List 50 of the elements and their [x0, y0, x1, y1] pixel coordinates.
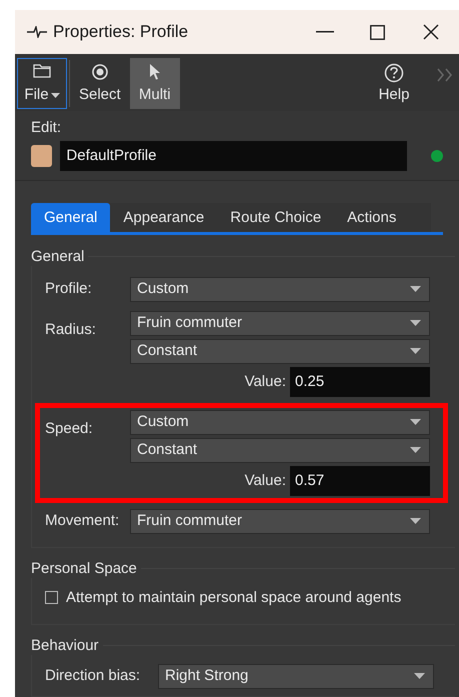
- dropdown-arrow-icon: [410, 286, 421, 292]
- overflow-chevron-icon[interactable]: [437, 68, 453, 82]
- dropdown-arrow-icon: [410, 348, 421, 354]
- tab[interactable]: Actions: [334, 203, 410, 232]
- section-heading: Behaviour: [31, 636, 99, 655]
- tab[interactable]: Appearance: [110, 203, 218, 232]
- field-label: Speed:: [44, 418, 94, 439]
- tab[interactable]: Route Choice: [217, 203, 334, 232]
- dropdown[interactable]: Constant: [130, 438, 430, 463]
- section-heading: General: [31, 248, 84, 266]
- dropdown[interactable]: Custom: [130, 410, 430, 435]
- cursor-icon: [148, 63, 161, 80]
- caret-icon: [50, 92, 60, 98]
- value-label: Value:: [244, 472, 286, 490]
- tab[interactable]: General: [31, 203, 110, 232]
- folder-icon: [33, 63, 51, 78]
- value-label: Value:: [244, 372, 286, 391]
- section-heading: Personal Space: [31, 560, 137, 578]
- app-icon: [27, 26, 47, 38]
- checkbox-option[interactable]: Attempt to maintain personal space around agents: [32, 586, 443, 610]
- name-field[interactable]: DefaultProfile: [60, 141, 408, 172]
- dropdown-arrow-icon: [410, 320, 421, 326]
- minimize-icon: [316, 31, 334, 33]
- maximize-icon: [370, 24, 384, 40]
- tab-bar-background: [409, 203, 431, 232]
- field-label: Direction bias:: [44, 666, 142, 686]
- edit-label: Edit:: [31, 119, 62, 138]
- dropdown[interactable]: Right Strong: [158, 664, 434, 689]
- help-icon: [384, 63, 404, 83]
- dropdown[interactable]: Constant: [130, 338, 430, 364]
- dropdown-arrow-icon: [410, 518, 421, 524]
- dropdown-arrow-icon: [410, 419, 421, 426]
- dropdown-arrow-icon: [414, 673, 425, 680]
- dropdown-arrow-icon: [410, 447, 421, 454]
- select-button[interactable]: Select: [72, 58, 128, 110]
- value-field[interactable]: 0.57: [290, 466, 430, 496]
- close-icon: [423, 24, 439, 40]
- field-label: Movement:: [44, 510, 120, 531]
- help-button[interactable]: Help: [365, 58, 423, 110]
- dropdown[interactable]: Fruin commuter: [130, 508, 430, 534]
- dropdown[interactable]: Custom: [130, 276, 430, 302]
- dropdown[interactable]: Fruin commuter: [130, 310, 430, 336]
- field-label: Radius:: [44, 320, 97, 340]
- window-title: Properties: Profile: [53, 23, 188, 41]
- value-field[interactable]: 0.25: [290, 366, 430, 397]
- color-swatch[interactable]: [31, 145, 52, 168]
- field-label: Profile:: [44, 278, 93, 299]
- multi-button[interactable]: Multi: [130, 58, 180, 110]
- file-menu-button[interactable]: File: [17, 58, 67, 110]
- target-icon: [90, 63, 109, 81]
